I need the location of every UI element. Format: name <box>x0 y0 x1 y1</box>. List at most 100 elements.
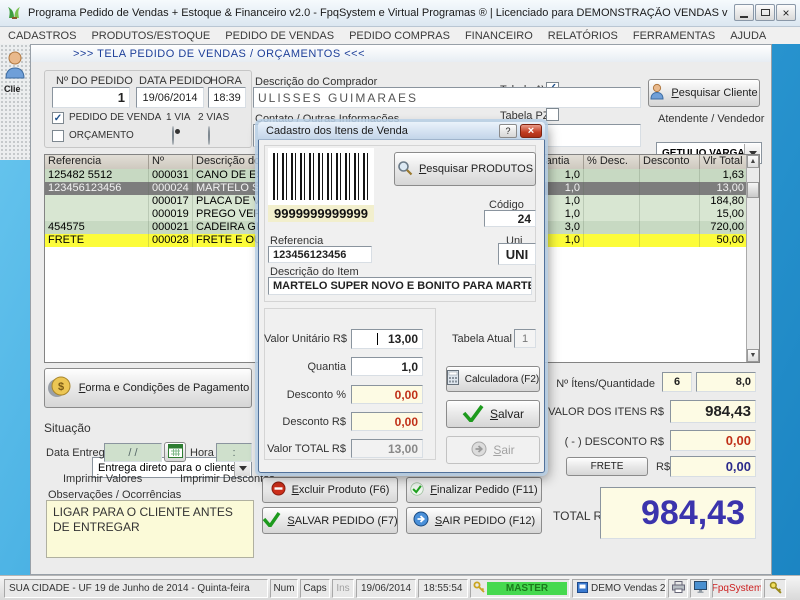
desconto-total-label: ( - ) DESCONTO R$ <box>545 436 664 448</box>
close-button[interactable]: × <box>776 4 796 21</box>
imprimir-valores-label: Imprimir Valores <box>63 473 142 485</box>
via1-radio[interactable] <box>172 126 174 145</box>
check-icon <box>410 482 424 499</box>
pesquisar-cliente-button[interactable]: Pesquisar Cliente <box>648 79 760 107</box>
scrollbar-thumb[interactable] <box>747 182 759 198</box>
cell-num: 000021 <box>149 221 193 234</box>
quantidade-field: 8,0 <box>696 372 756 392</box>
observacoes-textarea[interactable]: LIGAR PARA O CLIENTE ANTES DE ENTREGAR <box>46 500 254 558</box>
excluir-produto-button[interactable]: Excluir Produto (F6) <box>262 477 398 503</box>
hora-pedido-label: HORA <box>210 75 242 87</box>
desconto-pct-field[interactable]: 0,00 <box>351 385 423 404</box>
menu-item-cadastros[interactable]: CADASTROS <box>8 30 76 42</box>
frete-field[interactable]: 0,00 <box>670 456 756 477</box>
desconto-total-field: 0,00 <box>670 430 756 451</box>
status-printer-segment[interactable] <box>668 579 688 598</box>
scroll-up-icon[interactable]: ▲ <box>747 155 759 168</box>
via2-radio[interactable] <box>208 126 210 145</box>
hora-entrega-field[interactable]: : <box>216 443 252 462</box>
salvar-pedido-button[interactable]: SALVAR PEDIDO (F7) <box>262 507 398 534</box>
pedido-venda-checkbox[interactable]: ✓ <box>52 112 64 124</box>
data-entrega-label: Data Entrega <box>46 447 111 459</box>
finalizar-pedido-button[interactable]: Finalizar Pedido (F11) <box>406 477 542 503</box>
desktop: Programa Pedido de Vendas + Estoque & Fi… <box>0 0 800 600</box>
status-num: Num <box>270 579 298 598</box>
col-pdesc[interactable]: % Desc. <box>584 155 640 169</box>
cell-pdesc <box>584 169 640 182</box>
scroll-down-icon[interactable]: ▼ <box>747 349 759 362</box>
data-pedido-field[interactable]: 19/06/2014 <box>136 87 204 108</box>
sair-pedido-button[interactable]: SAIR PEDIDO (F12) <box>406 507 542 534</box>
referencia-field[interactable]: 123456123456 <box>268 246 372 263</box>
uni-field[interactable]: UNI <box>498 243 536 265</box>
cell-num: 000028 <box>149 234 193 247</box>
descricao-item-field[interactable]: MARTELO SUPER NOVO E BONITO PARA MARTELA… <box>268 277 532 295</box>
desconto-rs-field[interactable]: 0,00 <box>351 412 423 431</box>
status-time: 18:55:54 <box>418 579 468 598</box>
via1-label: 1 VIA <box>166 112 190 123</box>
valor-total-item-label: Valor TOTAL R$ <box>264 443 346 455</box>
status-key-segment[interactable] <box>764 579 786 598</box>
dialog-close-button[interactable]: × <box>520 124 542 138</box>
status-monitor-segment[interactable] <box>690 579 710 598</box>
excluir-produto-label: Excluir Produto (F6) <box>292 484 390 496</box>
check-icon <box>262 511 281 530</box>
quantia-field[interactable]: 1,0 <box>351 357 423 376</box>
cell-ref: 123456123456 <box>45 182 149 195</box>
person-icon <box>650 83 665 103</box>
forma-pagamento-label: Forma e Condições de Pagamento <box>79 382 250 394</box>
arrow-right-icon <box>471 441 487 460</box>
delete-icon <box>271 481 286 499</box>
pesquisar-produtos-button[interactable]: Pesquisar PRODUTOS <box>394 152 536 186</box>
minimize-icon <box>740 16 748 18</box>
calculadora-button[interactable]: Calculadora (F2) <box>446 366 540 392</box>
clientes-shortcut-icon[interactable] <box>3 50 27 85</box>
cell-total: 50,00 <box>700 234 748 247</box>
check-icon <box>462 404 484 425</box>
valor-unitario-field[interactable]: 13,00 <box>351 329 423 349</box>
menu-item-pedido-vendas[interactable]: PEDIDO DE VENDAS <box>225 30 334 42</box>
menu-item-ferramentas[interactable]: FERRAMENTAS <box>633 30 715 42</box>
dialog-salvar-button[interactable]: Salvar <box>446 400 540 428</box>
table-scrollbar[interactable]: ▲ ▼ <box>746 155 759 362</box>
frete-button[interactable]: FRETE <box>566 457 648 476</box>
numero-pedido-field[interactable]: 1 <box>52 87 130 108</box>
cell-pdesc <box>584 221 640 234</box>
col-referencia[interactable]: Referencia <box>45 155 149 169</box>
valor-itens-label: VALOR DOS ITENS R$ <box>545 406 664 418</box>
orcamento-checkbox[interactable] <box>52 130 64 142</box>
menu-item-ajuda[interactable]: AJUDA <box>730 30 766 42</box>
status-demo-segment: DEMO Vendas 2.0 <box>572 579 666 598</box>
col-desconto[interactable]: Desconto <box>640 155 700 169</box>
menu-item-financeiro[interactable]: FINANCEIRO <box>465 30 533 42</box>
situacao-label: Situação <box>44 421 91 435</box>
dialog-help-button[interactable]: ? <box>499 124 517 138</box>
cell-total: 13,00 <box>700 182 748 195</box>
desconto-rs-label: Desconto R$ <box>264 416 346 428</box>
barcode-value: 9999999999999 <box>268 205 374 222</box>
status-ins: Ins <box>332 579 354 598</box>
col-numero[interactable]: Nº <box>149 155 193 169</box>
data-entrega-field[interactable]: / / <box>104 443 162 462</box>
hora-pedido-field[interactable]: 18:39 <box>208 87 246 108</box>
minimize-button[interactable] <box>734 4 754 21</box>
comprador-field[interactable]: ULISSES GUIMARAES <box>253 87 641 108</box>
codigo-field[interactable]: 24 <box>484 210 536 227</box>
cell-ref: FRETE <box>45 234 149 247</box>
hora-entrega-label: Hora <box>190 447 214 459</box>
search-icon <box>397 160 413 179</box>
dialog-title: Cadastro dos Itens de Venda <box>266 125 408 137</box>
data-pedido-label: DATA PEDIDO <box>139 75 211 87</box>
menu-item-relatorios[interactable]: RELATÓRIOS <box>548 30 618 42</box>
menu-item-produtos-estoque[interactable]: PRODUTOS/ESTOQUE <box>91 30 210 42</box>
restore-button[interactable] <box>755 4 775 21</box>
menu-item-pedido-compras[interactable]: PEDIDO COMPRAS <box>349 30 450 42</box>
dialog-sair-button[interactable]: Sair <box>446 436 540 464</box>
itens-quantidade-label: Nº Ítens/Quantidade <box>545 378 655 390</box>
status-location: SUA CIDADE - UF 19 de Junho de 2014 - Qu… <box>4 579 268 598</box>
tabela-pz-checkbox[interactable] <box>546 108 559 121</box>
col-vlrtotal[interactable]: Vlr Total <box>700 155 748 169</box>
forma-pagamento-button[interactable]: $ Forma e Condições de Pagamento <box>44 368 252 408</box>
calendar-button[interactable] <box>164 442 186 462</box>
cell-ref <box>45 195 149 208</box>
